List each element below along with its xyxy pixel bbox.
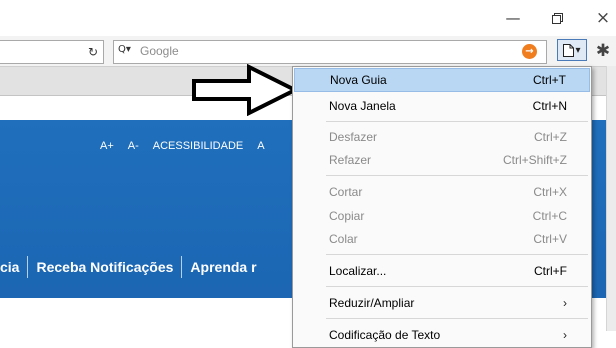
- chevron-right-icon: ›: [563, 328, 567, 342]
- accessibility-links: A+ A- ACESSIBILIDADE A: [100, 140, 265, 152]
- menu-item-shortcut: Ctrl+T: [533, 73, 566, 87]
- search-input[interactable]: [140, 42, 500, 60]
- scrollbar[interactable]: [606, 66, 616, 331]
- menu-item-label: Refazer: [329, 153, 372, 167]
- search-engine-icon[interactable]: Q▾: [118, 44, 131, 55]
- menu-item-shortcut: Ctrl+Shift+Z: [502, 153, 567, 167]
- menu-separator: [326, 121, 588, 122]
- menu-item-find[interactable]: Localizar... Ctrl+F: [294, 259, 590, 283]
- menu-item-shortcut: Ctrl+V: [533, 232, 567, 246]
- menu-separator: [326, 318, 588, 319]
- chevron-down-icon: ▾: [575, 44, 581, 56]
- menu-item-shortcut: Ctrl+C: [532, 209, 567, 223]
- menu-item-shortcut: Ctrl+N: [532, 99, 567, 113]
- menu-item-label: Colar: [329, 232, 358, 246]
- close-button[interactable]: ×: [590, 0, 616, 36]
- minimize-button[interactable]: —: [498, 0, 528, 36]
- menu-item-cut[interactable]: Cortar Ctrl+X: [294, 180, 590, 204]
- accessibility-link[interactable]: ACESSIBILIDADE: [153, 140, 243, 152]
- menu-item-undo[interactable]: Desfazer Ctrl+Z: [294, 125, 590, 149]
- menu-item-label: Nova Janela: [329, 99, 396, 113]
- nav-item-notifications[interactable]: Receba Notificações: [28, 256, 183, 278]
- font-decrease-link[interactable]: A-: [128, 140, 139, 152]
- menu-item-new-window[interactable]: Nova Janela Ctrl+N: [294, 94, 590, 118]
- search-box[interactable]: Q▾ →: [113, 40, 547, 64]
- menu-item-label: Codificação de Texto: [329, 328, 441, 342]
- font-increase-link[interactable]: A+: [100, 140, 114, 152]
- menu-item-shortcut: Ctrl+Z: [534, 130, 567, 144]
- menu-item-label: Nova Guia: [330, 73, 387, 87]
- menu-item-label: Desfazer: [329, 130, 378, 144]
- address-bar[interactable]: ↻: [0, 40, 104, 64]
- chevron-right-icon: ›: [563, 296, 567, 310]
- restore-button[interactable]: [542, 0, 572, 36]
- menu-item-paste[interactable]: Colar Ctrl+V: [294, 227, 590, 251]
- menu-separator: [326, 175, 588, 176]
- menu-item-label: Cortar: [329, 185, 363, 199]
- menu-item-zoom[interactable]: Reduzir/Ampliar ›: [294, 291, 590, 315]
- menu-item-text-encoding[interactable]: Codificação de Texto ›: [294, 323, 590, 347]
- menu-separator: [326, 286, 588, 287]
- page-menu-button[interactable]: ▾: [557, 39, 587, 61]
- menu-item-label: Localizar...: [329, 264, 387, 278]
- page-icon: [563, 43, 575, 57]
- nav-item-learn[interactable]: Aprenda r: [182, 256, 264, 278]
- reload-icon[interactable]: ↻: [83, 41, 103, 63]
- partial-link[interactable]: A: [257, 140, 264, 152]
- menu-item-copy[interactable]: Copiar Ctrl+C: [294, 204, 590, 228]
- menu-separator: [326, 254, 588, 255]
- nav-item-partial[interactable]: cia: [0, 256, 29, 278]
- menu-item-shortcut: Ctrl+F: [534, 264, 567, 278]
- restore-icon: [551, 12, 563, 24]
- site-nav: cia Receba Notificações Aprenda r: [0, 256, 265, 278]
- menu-item-new-tab[interactable]: Nova Guia Ctrl+T: [294, 68, 590, 92]
- context-menu: Nova Guia Ctrl+T Nova Janela Ctrl+N Desf…: [292, 66, 592, 348]
- menu-item-label: Copiar: [329, 209, 365, 223]
- browser-toolbar: ↻ Q▾ → ▾ ✱: [0, 36, 616, 67]
- gear-icon[interactable]: ✱: [592, 40, 614, 62]
- menu-item-label: Reduzir/Ampliar: [329, 296, 415, 310]
- menu-item-shortcut: Ctrl+X: [533, 185, 567, 199]
- search-go-icon[interactable]: →: [522, 44, 537, 59]
- menu-item-redo[interactable]: Refazer Ctrl+Shift+Z: [294, 148, 590, 172]
- annotation-arrow-icon: [192, 64, 300, 116]
